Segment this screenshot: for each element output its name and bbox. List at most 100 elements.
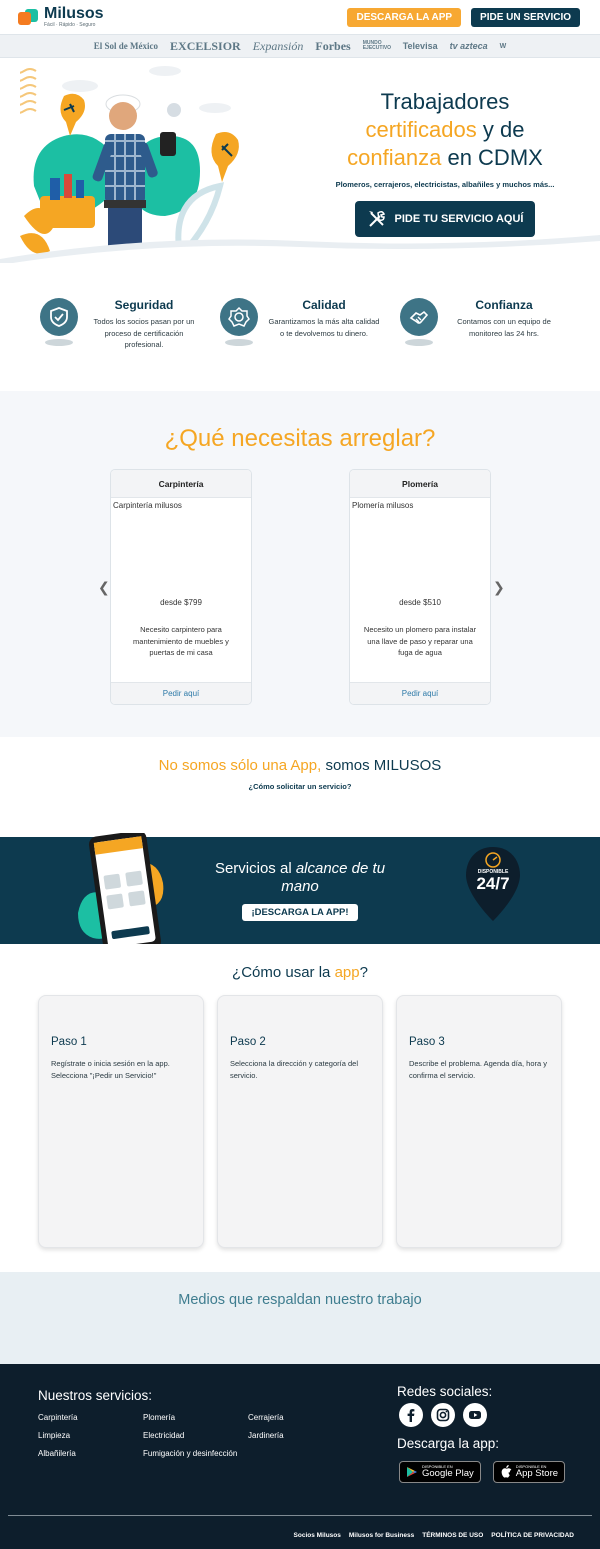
store-name: Google Play [422, 1468, 474, 1480]
download-app-button[interactable]: DESCARGA LA APP [347, 7, 462, 27]
footer-service-link[interactable]: Fumigación y desinfección [143, 1449, 248, 1458]
carousel-prev-icon[interactable]: ❮ [98, 579, 110, 596]
card-order-link[interactable]: Pedir aquí [111, 682, 251, 704]
footer-service-link[interactable]: Cerrajería [248, 1413, 353, 1422]
services-section: ¿Qué necesitas arreglar? ❮ Carpintería C… [0, 391, 600, 737]
footer-link[interactable]: Milusos for Business [349, 1532, 414, 1539]
press-logo: W [499, 42, 507, 50]
page: Milusos Fácil · Rápido · Seguro DESCARGA… [0, 0, 600, 1549]
banner-title: Servicios al alcance de tu mano [200, 860, 400, 896]
hero-cta-label: PIDE TU SERVICIO AQUÍ [394, 213, 524, 225]
store-name: App Store [515, 1468, 559, 1480]
request-service-button[interactable]: PIDE UN SERVICIO [471, 7, 580, 27]
hero-title-text: en CDMX [441, 145, 543, 170]
footer-link[interactable]: POLÍTICA DE PRIVACIDAD [491, 1532, 574, 1539]
hero-subtitle: Plomeros, cerrajeros, electricistas, alb… [335, 180, 555, 189]
feature-description: Todos los socios pasan por un proceso de… [93, 317, 195, 349]
facebook-icon[interactable] [399, 1403, 423, 1427]
media-title: Medios que respaldan nuestro trabajo [178, 1292, 422, 1308]
app-store-button[interactable]: DISPONIBLE EN App Store [492, 1461, 566, 1483]
press-logo: Forbes [315, 38, 351, 53]
quality-badge-icon [220, 298, 258, 336]
card-image: Carpintería milusos [113, 501, 182, 510]
logo-name: Milusos [44, 5, 104, 22]
not-only-app-section: No somos sólo una App, somos MILUSOS ¿Có… [0, 737, 600, 837]
footer-service-link[interactable]: Limpieza [38, 1431, 143, 1440]
hero-title-highlight: certificados [365, 117, 477, 142]
badge-main-text: 24/7 [476, 874, 509, 893]
step-title: Paso 2 [230, 1036, 266, 1048]
logo-tagline: Fácil · Rápido · Seguro [44, 22, 96, 28]
card-description: Necesito carpintero para mantenimiento d… [133, 625, 229, 657]
feature-title: Calidad [302, 298, 346, 312]
step-description: Regístrate o inicia sesión en la app. Se… [51, 1059, 170, 1080]
not-only-app-title: No somos sólo una App, somos MILUSOS [0, 757, 600, 774]
card-price: desde $799 [160, 598, 202, 607]
hero-illustration [20, 66, 239, 256]
apple-icon [501, 1465, 512, 1478]
card-title: Plomería [350, 470, 490, 498]
available-24-7-badge: DISPONIBLE 24/7 [466, 847, 520, 921]
hero-title: Trabajadores certificados y de confianza… [300, 88, 590, 172]
hero-title-line1: Trabajadores [380, 89, 510, 114]
card-order-link[interactable]: Pedir aquí [350, 682, 490, 704]
step-card: Paso 3 Describe el problema. Agenda día,… [396, 995, 562, 1248]
footer-social-title: Redes sociales: [397, 1384, 493, 1399]
feature-trust: Confianza Contamos con un equipo de moni… [400, 298, 560, 391]
banner-download-button[interactable]: ¡DESCARGA LA APP! [242, 904, 358, 921]
card-title: Carpintería [111, 470, 251, 498]
title-text: ? [359, 964, 368, 981]
feature-title: Confianza [475, 298, 533, 312]
footer-link[interactable]: Socios Milusos [294, 1532, 341, 1539]
step-card: Paso 1 Regístrate o inicia sesión en la … [38, 995, 204, 1248]
press-logo: MUNDO EJECUTIVO [362, 40, 392, 51]
footer-service-link[interactable]: Electricidad [143, 1431, 248, 1440]
footer-download-title: Descarga la app: [397, 1436, 500, 1451]
step-title: Paso 3 [409, 1036, 445, 1048]
banner-title-italic: alcance de tu mano [281, 860, 386, 895]
site-header: Milusos Fácil · Rápido · Seguro DESCARGA… [0, 0, 600, 34]
title-text: somos MILUSOS [321, 757, 442, 774]
hero-title-text: y de [476, 117, 525, 142]
feature-security: Seguridad Todos los socios pasan por un … [40, 298, 200, 391]
footer-link[interactable]: TÉRMINOS DE USO [422, 1532, 483, 1539]
title-text: ¿Cómo usar la [232, 964, 335, 981]
step-title: Paso 1 [51, 1036, 87, 1048]
service-card-carpentry[interactable]: Carpintería Carpintería milusos desde $7… [110, 469, 252, 705]
title-highlight: app [334, 964, 360, 981]
tools-icon [368, 210, 385, 227]
press-logo: EXCELSIOR [170, 38, 241, 53]
press-logos-strip: El Sol de México EXCELSIOR Expansión For… [0, 34, 600, 58]
footer-service-link[interactable]: Plomería [143, 1413, 248, 1422]
how-to-request-link[interactable]: ¿Cómo solicitar un servicio? [0, 782, 600, 791]
footer-services-list: Carpintería Plomería Cerrajería Limpieza… [38, 1413, 353, 1458]
card-description: Necesito un plomero para instalar una ll… [363, 625, 477, 657]
phone-mockup [78, 833, 164, 956]
hero: Trabajadores certificados y de confianza… [0, 58, 600, 269]
footer-service-link[interactable]: Carpintería [38, 1413, 143, 1422]
feature-title: Seguridad [114, 298, 174, 312]
shield-check-icon [40, 298, 78, 336]
press-logo: Expansión [252, 38, 304, 53]
feature-description: Garantizamos la más alta calidad o te de… [268, 317, 380, 338]
how-to-use-section: ¿Cómo usar la app? Paso 1 Regístrate o i… [0, 944, 600, 1272]
card-image: Plomería milusos [352, 501, 414, 510]
press-logo: El Sol de México [93, 41, 159, 51]
google-play-icon [407, 1467, 417, 1477]
google-play-button[interactable]: DISPONIBLE EN Google Play [399, 1461, 481, 1483]
logo-icon [18, 8, 40, 26]
step-description: Selecciona la dirección y categoría del … [230, 1059, 358, 1080]
handshake-icon [400, 298, 438, 336]
press-logo: Televisa [402, 41, 438, 51]
service-card-plumbing[interactable]: Plomería Plomería milusos desde $510 Nec… [349, 469, 491, 705]
youtube-icon[interactable] [463, 1403, 487, 1427]
instagram-icon[interactable] [431, 1403, 455, 1427]
press-logo: tv azteca [449, 41, 488, 51]
step-card: Paso 2 Selecciona la dirección y categor… [217, 995, 383, 1248]
footer-service-link[interactable]: Jardinería [248, 1431, 353, 1440]
step-description: Describe el problema. Agenda día, hora y… [409, 1059, 547, 1080]
footer-divider [8, 1515, 592, 1516]
footer-service-link[interactable]: Albañilería [38, 1449, 143, 1458]
logo[interactable]: Milusos Fácil · Rápido · Seguro [18, 6, 104, 28]
carousel-next-icon[interactable]: ❯ [493, 579, 505, 596]
